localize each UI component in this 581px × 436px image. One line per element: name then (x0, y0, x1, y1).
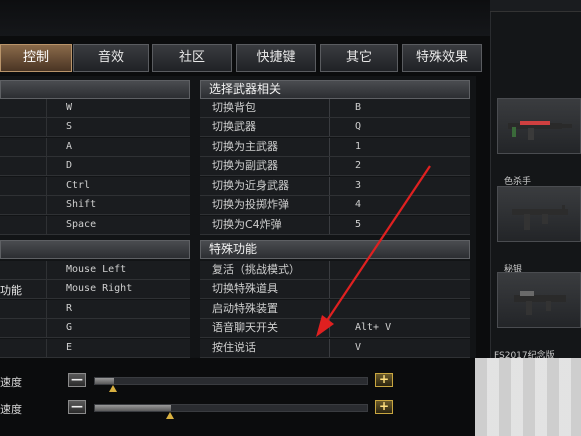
annotation-arrow-icon (316, 165, 431, 337)
